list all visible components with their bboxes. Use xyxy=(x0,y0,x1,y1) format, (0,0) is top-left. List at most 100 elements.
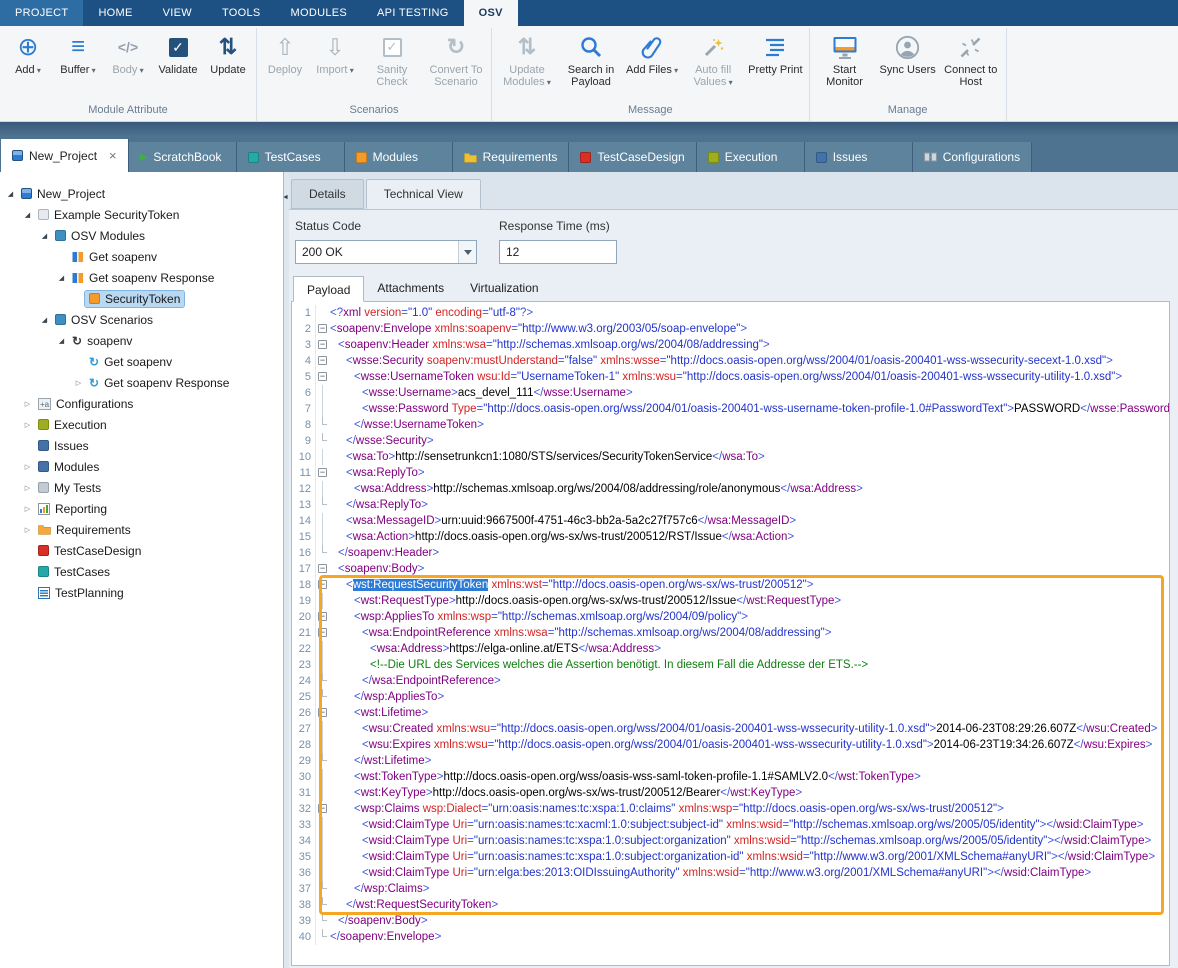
menu-tab-api-testing[interactable]: API TESTING xyxy=(362,0,464,26)
code-line-33[interactable]: 33<wsid:ClaimType Uri="urn:oasis:names:t… xyxy=(292,817,1169,833)
tree-item-execution[interactable]: Execution xyxy=(0,414,283,435)
code-line-9[interactable]: 9</wsse:Security> xyxy=(292,433,1169,449)
code-line-18[interactable]: 18−<wst:RequestSecurityToken xmlns:wst="… xyxy=(292,577,1169,593)
add-button[interactable]: ⊕Add ▾ xyxy=(3,28,53,104)
code-line-2[interactable]: 2−<soapenv:Envelope xmlns:soapenv="http:… xyxy=(292,321,1169,337)
update-button[interactable]: ⇅Update xyxy=(203,28,253,104)
tree-item-testcases[interactable]: TestCases xyxy=(0,561,283,582)
collapse-arrow-icon[interactable] xyxy=(4,190,17,198)
payload-tab-attachments[interactable]: Attachments xyxy=(364,275,457,301)
fold-toggle-icon[interactable]: − xyxy=(316,801,330,817)
sync-users-button[interactable]: Sync Users xyxy=(877,28,939,104)
code-line-17[interactable]: 17−<soapenv:Body> xyxy=(292,561,1169,577)
menu-tab-modules[interactable]: MODULES xyxy=(276,0,363,26)
validate-button[interactable]: ✓Validate xyxy=(153,28,203,104)
collapse-arrow-icon[interactable] xyxy=(55,337,68,345)
menu-tab-view[interactable]: VIEW xyxy=(148,0,207,26)
code-line-15[interactable]: 15<wsa:Action>http://docs.oasis-open.org… xyxy=(292,529,1169,545)
payload-tab-virtualization[interactable]: Virtualization xyxy=(457,275,551,301)
menu-tab-osv[interactable]: OSV xyxy=(464,0,518,26)
collapse-arrow-icon[interactable] xyxy=(55,274,68,282)
expand-arrow-icon[interactable] xyxy=(21,463,34,471)
code-line-7[interactable]: 7<wsse:Password Type="http://docs.oasis-… xyxy=(292,401,1169,417)
code-line-29[interactable]: 29</wst:Lifetime> xyxy=(292,753,1169,769)
tree-item-my-tests[interactable]: My Tests xyxy=(0,477,283,498)
expand-arrow-icon[interactable] xyxy=(21,400,34,408)
code-line-12[interactable]: 12<wsa:Address>http://schemas.xmlsoap.or… xyxy=(292,481,1169,497)
collapse-arrow-icon[interactable] xyxy=(21,211,34,219)
tree-item-testcasedesign[interactable]: TestCaseDesign xyxy=(0,540,283,561)
expand-arrow-icon[interactable] xyxy=(72,379,85,387)
tree-item-testplanning[interactable]: TestPlanning xyxy=(0,582,283,603)
code-line-37[interactable]: 37</wsp:Claims> xyxy=(292,881,1169,897)
code-line-6[interactable]: 6<wsse:Username>acs_devel_111</wsse:User… xyxy=(292,385,1169,401)
status-code-select[interactable]: 200 OK xyxy=(295,240,477,264)
doc-tab-new-project[interactable]: New_Project× xyxy=(1,139,129,172)
doc-tab-configurations[interactable]: Configurations xyxy=(913,142,1032,172)
code-line-22[interactable]: 22<wsa:Address>https://elga-online.at/ET… xyxy=(292,641,1169,657)
code-line-11[interactable]: 11−<wsa:ReplyTo> xyxy=(292,465,1169,481)
tree-item-reporting[interactable]: Reporting xyxy=(0,498,283,519)
tree-item-requirements[interactable]: Requirements xyxy=(0,519,283,540)
expand-arrow-icon[interactable] xyxy=(21,484,34,492)
collapse-arrow-icon[interactable] xyxy=(38,232,51,240)
code-line-1[interactable]: 1<?xml version="1.0" encoding="utf-8"?> xyxy=(292,305,1169,321)
code-line-32[interactable]: 32−<wsp:Claims wsp:Dialect="urn:oasis:na… xyxy=(292,801,1169,817)
tree-item-osv-scenarios[interactable]: OSV Scenarios xyxy=(0,309,283,330)
code-line-35[interactable]: 35<wsid:ClaimType Uri="urn:oasis:names:t… xyxy=(292,849,1169,865)
menu-tab-tools[interactable]: TOOLS xyxy=(207,0,276,26)
doc-tab-execution[interactable]: Execution xyxy=(697,142,805,172)
tree-item-get-soapenv[interactable]: Get soapenv xyxy=(0,246,283,267)
doc-tab-testcasedesign[interactable]: TestCaseDesign xyxy=(569,142,696,172)
code-line-13[interactable]: 13</wsa:ReplyTo> xyxy=(292,497,1169,513)
tree-item-get-soapenv-response[interactable]: Get soapenv Response xyxy=(0,267,283,288)
code-line-34[interactable]: 34<wsid:ClaimType Uri="urn:oasis:names:t… xyxy=(292,833,1169,849)
code-line-31[interactable]: 31<wst:KeyType>http://docs.oasis-open.or… xyxy=(292,785,1169,801)
code-line-14[interactable]: 14<wsa:MessageID>urn:uuid:9667500f-4751-… xyxy=(292,513,1169,529)
tree-item-issues[interactable]: Issues xyxy=(0,435,283,456)
connect-to-host-button[interactable]: Connect to Host xyxy=(939,28,1003,104)
detail-tab-details[interactable]: Details xyxy=(291,179,364,209)
start-monitor-button[interactable]: Start Monitor xyxy=(813,28,877,104)
tree-item-osv-modules[interactable]: OSV Modules xyxy=(0,225,283,246)
code-line-26[interactable]: 26−<wst:Lifetime> xyxy=(292,705,1169,721)
code-line-40[interactable]: 40</soapenv:Envelope> xyxy=(292,929,1169,945)
tree-item-securitytoken[interactable]: SecurityToken xyxy=(0,288,283,309)
code-line-27[interactable]: 27<wsu:Created xmlns:wsu="http://docs.oa… xyxy=(292,721,1169,737)
detail-tab-technical-view[interactable]: Technical View xyxy=(366,179,481,209)
fold-toggle-icon[interactable]: − xyxy=(316,353,330,369)
expand-arrow-icon[interactable] xyxy=(21,505,34,513)
expand-arrow-icon[interactable] xyxy=(21,526,34,534)
code-line-10[interactable]: 10<wsa:To>http://sensetrunkcn1:1080/STS/… xyxy=(292,449,1169,465)
tree-item-example-securitytoken[interactable]: Example SecurityToken xyxy=(0,204,283,225)
code-line-30[interactable]: 30<wst:TokenType>http://docs.oasis-open.… xyxy=(292,769,1169,785)
code-line-28[interactable]: 28<wsu:Expires xmlns:wsu="http://docs.oa… xyxy=(292,737,1169,753)
code-line-20[interactable]: 20−<wsp:AppliesTo xmlns:wsp="http://sche… xyxy=(292,609,1169,625)
tree-item-soapenv[interactable]: ↻soapenv xyxy=(0,330,283,351)
code-line-39[interactable]: 39</soapenv:Body> xyxy=(292,913,1169,929)
fold-toggle-icon[interactable]: − xyxy=(316,321,330,337)
sidebar-splitter[interactable]: ◄ xyxy=(284,172,289,968)
code-line-21[interactable]: 21−<wsa:EndpointReference xmlns:wsa="htt… xyxy=(292,625,1169,641)
menu-tab-home[interactable]: HOME xyxy=(83,0,147,26)
fold-toggle-icon[interactable]: − xyxy=(316,625,330,641)
fold-toggle-icon[interactable]: − xyxy=(316,561,330,577)
code-line-38[interactable]: 38</wst:RequestSecurityToken> xyxy=(292,897,1169,913)
doc-tab-scratchbook[interactable]: ▶ScratchBook xyxy=(129,142,237,172)
fold-toggle-icon[interactable]: − xyxy=(316,369,330,385)
expand-arrow-icon[interactable] xyxy=(21,421,34,429)
doc-tab-modules[interactable]: Modules xyxy=(345,142,453,172)
fold-toggle-icon[interactable]: − xyxy=(316,609,330,625)
code-line-4[interactable]: 4−<wsse:Security soapenv:mustUnderstand=… xyxy=(292,353,1169,369)
tree-item-get-soapenv-response[interactable]: ↻Get soapenv Response xyxy=(0,372,283,393)
code-line-5[interactable]: 5−<wsse:UsernameToken wsu:Id="UsernameTo… xyxy=(292,369,1169,385)
doc-tab-issues[interactable]: Issues xyxy=(805,142,913,172)
search-in-payload-button[interactable]: Search in Payload xyxy=(559,28,623,104)
code-line-23[interactable]: 23<!--Die URL des Services welches die A… xyxy=(292,657,1169,673)
fold-toggle-icon[interactable]: − xyxy=(316,337,330,353)
buffer-button[interactable]: ≡Buffer ▾ xyxy=(53,28,103,104)
payload-editor[interactable]: 1<?xml version="1.0" encoding="utf-8"?>2… xyxy=(291,301,1170,966)
code-line-16[interactable]: 16</soapenv:Header> xyxy=(292,545,1169,561)
code-line-24[interactable]: 24</wsa:EndpointReference> xyxy=(292,673,1169,689)
code-line-19[interactable]: 19<wst:RequestType>http://docs.oasis-ope… xyxy=(292,593,1169,609)
